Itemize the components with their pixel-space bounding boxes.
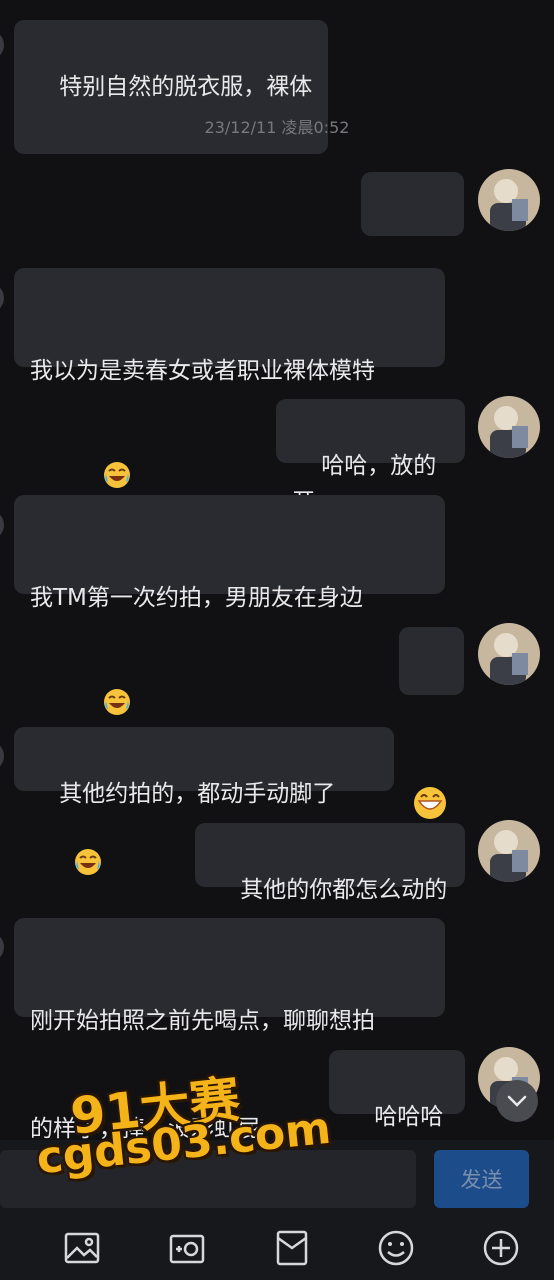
camera-icon[interactable] <box>167 1228 207 1268</box>
message-text: 我以为是卖春女或者职业裸体模特 <box>30 358 375 384</box>
avatar[interactable] <box>0 510 4 540</box>
message-text: 其他约拍的，都动手动脚了 <box>59 781 336 807</box>
avatar[interactable] <box>0 932 4 962</box>
message-text: 我TM第一次约拍，男朋友在身边 <box>30 585 363 611</box>
message-bubble[interactable]: 哈哈哈哈 <box>329 1050 465 1166</box>
plus-icon[interactable] <box>481 1228 521 1268</box>
message-bubble[interactable]: 其他的你都怎么动的 <box>195 823 465 903</box>
message-bubble[interactable] <box>361 172 464 551</box>
emoji-icon[interactable] <box>376 1228 416 1268</box>
avatar[interactable] <box>0 30 4 60</box>
chat-area[interactable]: 特别自然的脱衣服，裸体 23/12/11 凌晨0:52 我以为是卖春女或者职业裸… <box>0 0 554 1166</box>
message-text: 其他的你都怎么动的 <box>240 877 448 903</box>
send-button[interactable]: 发送 <box>434 1150 529 1208</box>
avatar[interactable] <box>478 820 540 882</box>
message-bubble[interactable]: 我TM第一次约拍，男朋友在身边 <box>14 495 445 715</box>
message-bubble[interactable]: 刚开始拍照之前先喝点，聊聊想拍 的样子，捧一波彩虹屁 <box>14 918 445 1142</box>
scroll-to-bottom-button[interactable] <box>496 1080 538 1122</box>
message-text: 特别自然的脱衣服，裸体 <box>59 74 313 100</box>
avatar[interactable] <box>478 623 540 685</box>
timestamp: 23/12/11 凌晨0:52 <box>204 118 350 137</box>
avatar[interactable] <box>0 741 4 771</box>
message-bubble[interactable]: 其他约拍的，都动手动脚了 <box>14 727 394 875</box>
avatar[interactable] <box>0 283 4 313</box>
avatar[interactable] <box>478 169 540 231</box>
image-icon[interactable] <box>62 1228 102 1268</box>
message-bubble[interactable]: 我以为是卖春女或者职业裸体模特 <box>14 268 445 488</box>
message-bubble[interactable]: 哈哈，放的开 <box>276 399 465 515</box>
chevron-down-icon <box>507 1095 527 1107</box>
joy-emoji-icon <box>30 812 102 923</box>
message-text: 刚开始拍照之前先喝点，聊聊想拍 <box>30 1008 375 1034</box>
avatar[interactable] <box>478 396 540 458</box>
message-bubble[interactable] <box>399 627 464 819</box>
file-icon[interactable] <box>272 1228 312 1268</box>
